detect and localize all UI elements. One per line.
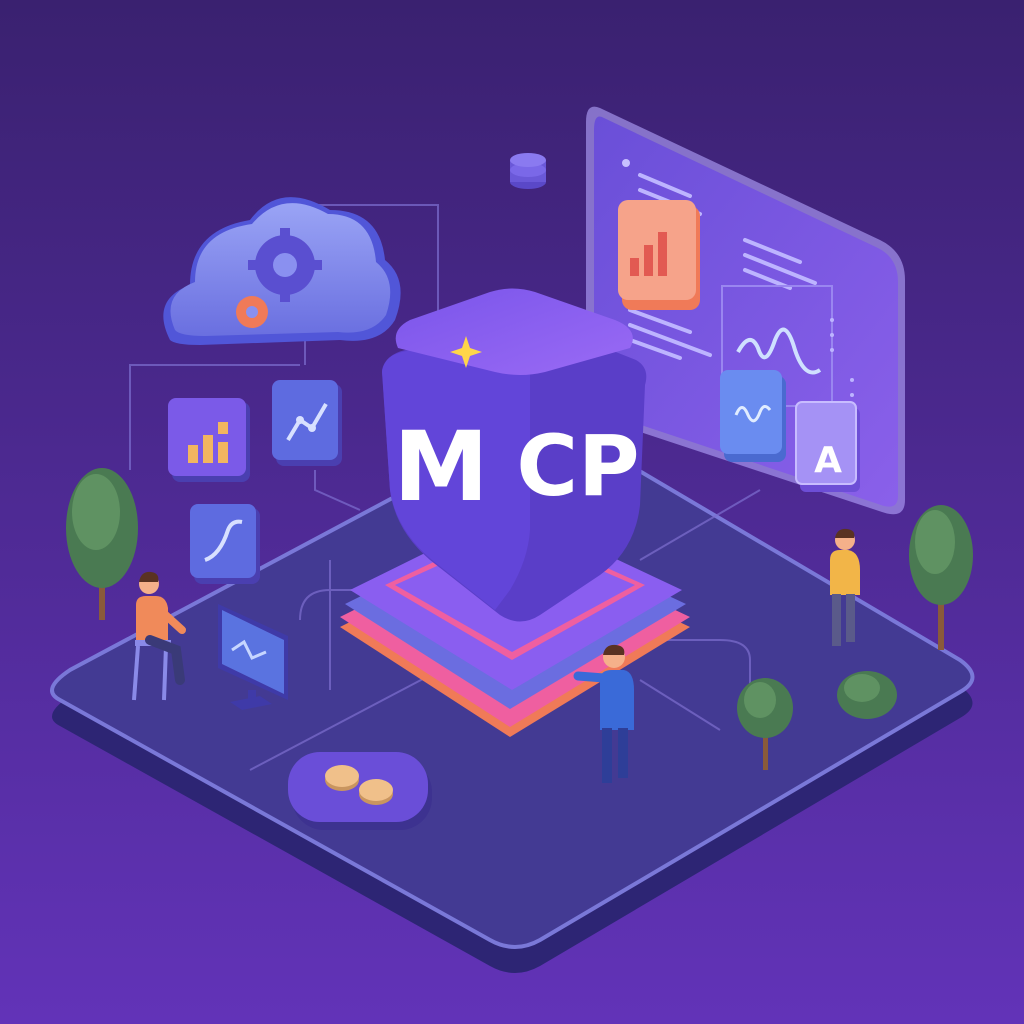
wave-icon <box>720 370 786 462</box>
letter-tile: A <box>795 401 860 492</box>
database-icon <box>510 153 546 189</box>
bar-chart-tile-icon <box>618 200 700 310</box>
cube-letter-m: M <box>393 411 489 523</box>
letter-tile-label: A <box>814 440 842 481</box>
trend-chart-icon <box>190 504 260 584</box>
line-chart-icon <box>272 380 342 466</box>
coins-icon <box>288 752 432 830</box>
bar-chart-icon <box>168 398 250 482</box>
bush <box>837 671 897 719</box>
cube-letter-cp: CP <box>516 417 639 515</box>
mcp-illustration: A M CP <box>0 0 1024 1024</box>
